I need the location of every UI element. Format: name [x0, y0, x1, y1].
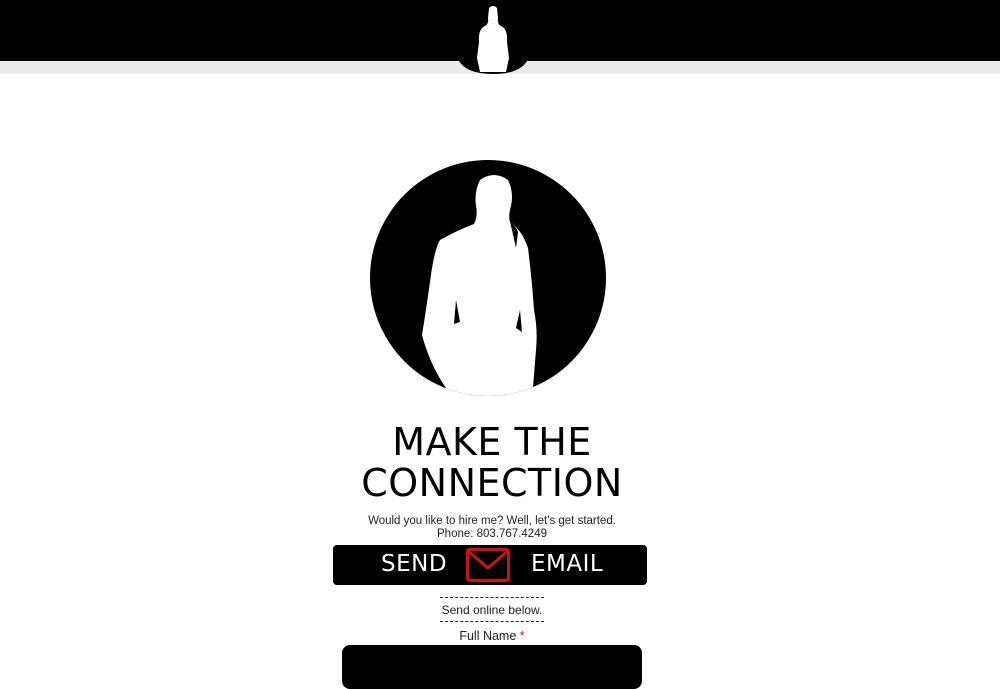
intro-text: Would you like to hire me? Well, let's g… [368, 515, 616, 527]
intro-block: Would you like to hire me? Well, let's g… [300, 515, 684, 541]
home-logo-link[interactable] [459, 0, 527, 74]
required-marker: * [519, 629, 525, 643]
page-title: MAKE THE CONNECTION [300, 422, 684, 504]
online-note: Send online below. [441, 603, 543, 617]
silhouette-logo-icon [459, 0, 527, 74]
man-silhouette-circle-icon [370, 160, 606, 396]
headline-line-2: CONNECTION [361, 461, 623, 505]
send-email-button[interactable]: SEND EMAIL [333, 545, 647, 585]
email-label: EMAIL [531, 551, 604, 577]
full-name-label: Full Name * [380, 629, 604, 643]
divider-bottom [440, 621, 544, 622]
envelope-icon [466, 548, 510, 582]
send-label: SEND [381, 551, 448, 577]
headline-line-1: MAKE THE [392, 420, 592, 464]
phone-text: Phone: 803.767.4249 [437, 528, 547, 540]
divider-top [440, 597, 544, 598]
full-name-input[interactable] [342, 645, 642, 689]
full-name-label-text: Full Name [459, 629, 517, 643]
